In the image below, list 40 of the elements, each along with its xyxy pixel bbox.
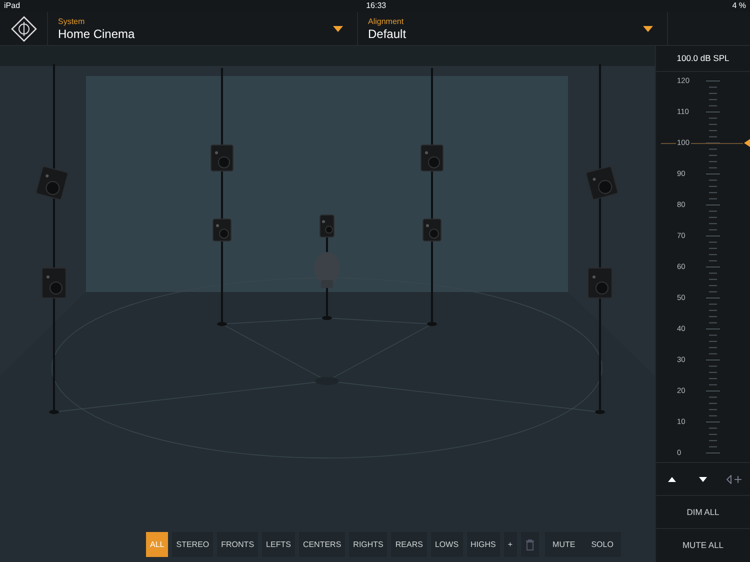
filter-button[interactable]: RIGHTS <box>349 532 388 557</box>
speaker-icon[interactable] <box>320 214 334 238</box>
selector-label: System <box>58 18 86 26</box>
dropdown-caret-icon <box>643 26 653 32</box>
filter-button[interactable]: LOWS <box>430 532 463 557</box>
device-name: iPad <box>4 0 20 12</box>
selector-value: Default <box>368 28 406 40</box>
up-triangle-icon <box>668 476 676 482</box>
level-thumb[interactable] <box>744 139 750 147</box>
filter-button[interactable]: STEREO <box>172 532 214 557</box>
dropdown-selector[interactable]: System Home Cinema <box>48 12 358 45</box>
dropdown-caret-icon <box>333 26 343 32</box>
dropdown-selector[interactable]: Alignment Default <box>358 12 668 45</box>
filter-button[interactable]: REARS <box>391 532 427 557</box>
filter-button[interactable]: + <box>504 532 517 557</box>
speaker-icon[interactable] <box>588 268 612 298</box>
filter-button[interactable]: CENTERS <box>298 532 346 557</box>
speaker-icon[interactable] <box>212 218 232 242</box>
selector-value: Home Cinema <box>58 28 135 40</box>
speaker-icon[interactable] <box>42 268 66 298</box>
action-button[interactable]: SOLO <box>583 532 622 557</box>
trash-icon <box>524 538 535 550</box>
panel-button[interactable]: MUTE ALL <box>656 528 750 561</box>
filter-button[interactable]: LEFTS <box>262 532 295 557</box>
action-button[interactable]: MUTE <box>544 532 584 557</box>
battery-level: 4 % <box>732 0 746 12</box>
speaker-plus-icon <box>726 474 742 484</box>
level-reading: 100.0 dB SPL <box>656 46 750 72</box>
filter-button[interactable]: FRONTS <box>217 532 258 557</box>
selector-label: Alignment <box>368 18 405 26</box>
down-triangle-icon <box>698 476 707 482</box>
filter-button[interactable]: HIGHS <box>466 532 500 557</box>
speaker-icon[interactable] <box>422 218 442 242</box>
delete-button[interactable] <box>520 532 539 557</box>
logo-icon <box>10 16 36 42</box>
head-model-drawing <box>314 252 340 288</box>
clock-time: 16:33 <box>366 0 386 12</box>
panel-button[interactable]: DIM ALL <box>656 495 750 528</box>
speaker-icon[interactable] <box>420 144 444 172</box>
speaker-icon[interactable] <box>210 144 234 172</box>
